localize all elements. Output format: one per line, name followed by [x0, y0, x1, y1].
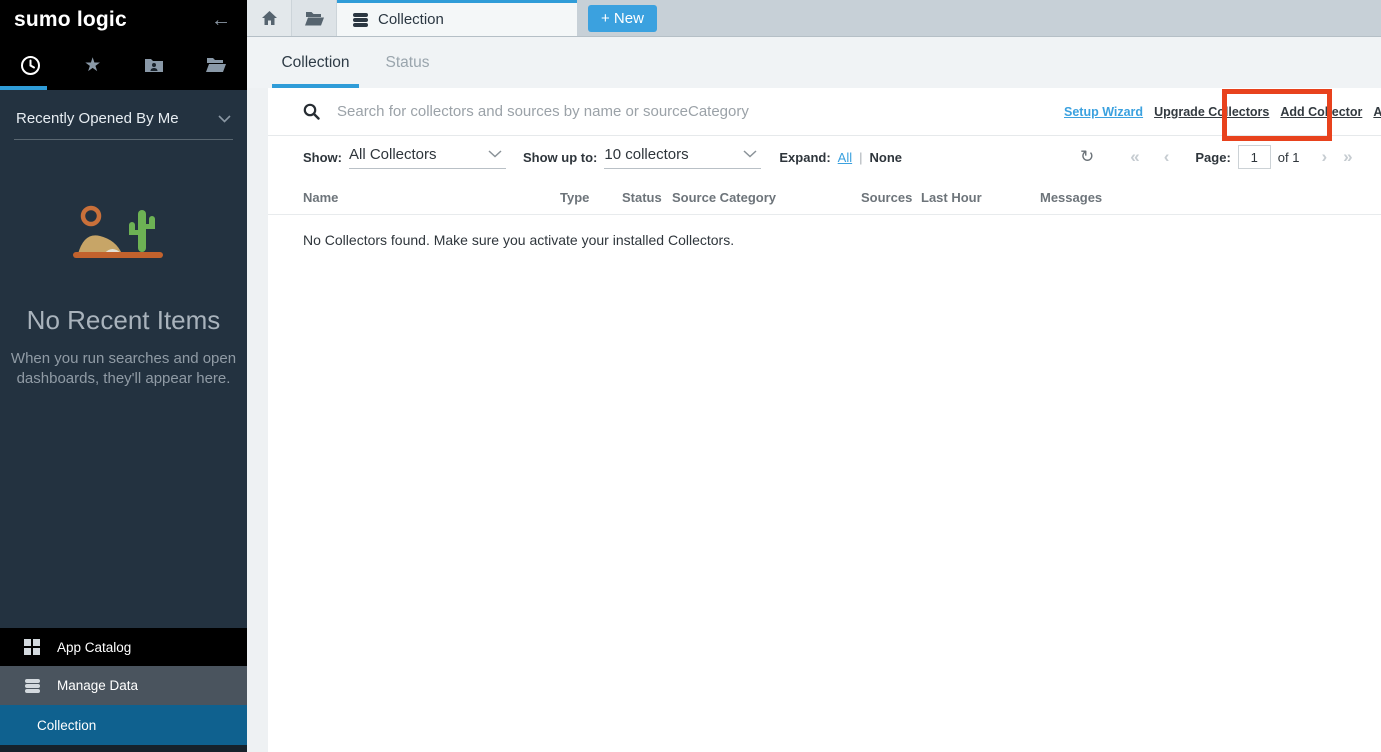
column-name[interactable]: Name — [303, 190, 560, 205]
first-page-icon[interactable]: « — [1130, 147, 1139, 167]
chevron-down-icon — [743, 150, 757, 158]
tab-collection[interactable]: Collection — [337, 0, 577, 36]
previous-page-icon[interactable]: ‹ — [1164, 147, 1170, 167]
active-tab-indicator — [0, 86, 47, 90]
database-icon — [24, 678, 41, 694]
chevron-down-icon — [218, 115, 231, 123]
open-library-button[interactable] — [292, 0, 337, 36]
grid-icon — [24, 639, 41, 655]
expand-none-link[interactable]: None — [870, 150, 903, 165]
show-label: Show: — [303, 150, 342, 165]
search-input[interactable]: Search for collectors and sources by nam… — [337, 103, 749, 120]
open-folder-icon — [305, 11, 324, 26]
sidebar-bottom-strip — [0, 745, 247, 752]
tab-strip: Collection + New — [247, 0, 1381, 37]
setup-wizard-link[interactable]: Setup Wizard — [1064, 105, 1143, 119]
recents-panel: Recently Opened By Me No Recent — [0, 90, 247, 628]
home-icon — [261, 10, 278, 26]
show-dropdown-value: All Collectors — [349, 146, 437, 163]
show-up-to-dropdown[interactable]: 10 collectors — [604, 146, 761, 169]
column-source-category[interactable]: Source Category — [672, 190, 861, 205]
main-area: Collection + New Collection Status Searc… — [247, 0, 1381, 752]
header-links: Setup Wizard Upgrade Collectors Add Coll… — [1064, 88, 1381, 135]
access-keys-link[interactable]: Access Keys — [1373, 105, 1381, 119]
show-dropdown[interactable]: All Collectors — [349, 146, 506, 169]
sidebar-bottom-nav: App Catalog Manage Data Collection — [0, 628, 247, 752]
tab-recents[interactable] — [0, 40, 62, 90]
column-last-hour[interactable]: Last Hour — [921, 190, 1040, 205]
sidebar-item-label: Collection — [37, 718, 96, 733]
tab-label: Collection — [378, 11, 444, 28]
show-up-to-dropdown-value: 10 collectors — [604, 146, 688, 163]
column-type[interactable]: Type — [560, 190, 622, 205]
app-window: sumo logic ← ★ — [0, 0, 1381, 752]
folder-person-icon — [144, 57, 164, 73]
collection-panel: Search for collectors and sources by nam… — [268, 88, 1381, 752]
desert-illustration — [60, 202, 188, 274]
open-folder-icon — [206, 57, 227, 73]
add-collector-link[interactable]: Add Collector — [1280, 105, 1362, 119]
sumo-logic-logo: sumo logic — [14, 8, 127, 32]
show-up-to-label: Show up to: — [523, 150, 597, 165]
no-collectors-message: No Collectors found. Make sure you activ… — [268, 215, 1381, 248]
sidebar: sumo logic ← ★ — [0, 0, 247, 752]
recents-filter-dropdown[interactable]: Recently Opened By Me — [14, 90, 233, 140]
sidebar-icon-tabs: ★ — [0, 40, 247, 90]
recents-filter-label: Recently Opened By Me — [16, 110, 179, 127]
column-status[interactable]: Status — [622, 190, 672, 205]
sidebar-item-label: Manage Data — [57, 678, 138, 693]
expand-all-link[interactable]: All — [838, 150, 852, 165]
sidebar-item-manage-data[interactable]: Manage Data — [0, 666, 247, 705]
logo-bar: sumo logic ← — [0, 0, 247, 40]
subtab-row: Collection Status — [247, 37, 1381, 88]
empty-state-title: No Recent Items — [0, 305, 247, 336]
collectors-table-header: Name Type Status Source Category Sources… — [268, 178, 1381, 215]
new-button[interactable]: + New — [588, 5, 657, 32]
column-messages[interactable]: Messages — [1040, 190, 1381, 205]
clock-icon — [20, 55, 41, 76]
home-button[interactable] — [247, 0, 292, 36]
empty-state-caption: When you run searches and open dashboard… — [8, 349, 240, 389]
page-label: Page: — [1195, 150, 1230, 165]
controls-row: Show: All Collectors Show up to: 10 coll… — [268, 136, 1381, 178]
pagination-controls: ↻ « ‹ Page: of 1 › » — [1080, 136, 1353, 178]
tab-library[interactable] — [185, 40, 247, 90]
next-page-icon[interactable]: › — [1321, 147, 1327, 167]
subtab-status[interactable]: Status — [364, 37, 451, 88]
search-row: Search for collectors and sources by nam… — [268, 88, 1381, 136]
database-icon — [352, 12, 369, 28]
sidebar-item-label: App Catalog — [57, 640, 131, 655]
expand-separator: | — [859, 150, 862, 165]
star-icon: ★ — [84, 54, 101, 77]
collapse-sidebar-icon[interactable]: ← — [211, 9, 231, 32]
column-sources[interactable]: Sources — [861, 190, 921, 205]
search-icon — [303, 103, 320, 120]
sidebar-item-collection[interactable]: Collection — [0, 705, 247, 745]
chevron-down-icon — [488, 150, 502, 158]
subtab-collection[interactable]: Collection — [272, 37, 359, 88]
no-recent-items-empty-state: No Recent Items When you run searches an… — [0, 140, 247, 389]
page-number-input[interactable] — [1238, 145, 1271, 169]
tab-shared-folders[interactable] — [124, 40, 186, 90]
last-page-icon[interactable]: » — [1343, 147, 1352, 167]
expand-label: Expand: — [779, 150, 830, 165]
refresh-icon[interactable]: ↻ — [1080, 147, 1094, 167]
page-of-label: of 1 — [1278, 150, 1300, 165]
sidebar-item-app-catalog[interactable]: App Catalog — [0, 628, 247, 666]
tab-favorites[interactable]: ★ — [62, 40, 124, 90]
upgrade-collectors-link[interactable]: Upgrade Collectors — [1154, 105, 1269, 119]
